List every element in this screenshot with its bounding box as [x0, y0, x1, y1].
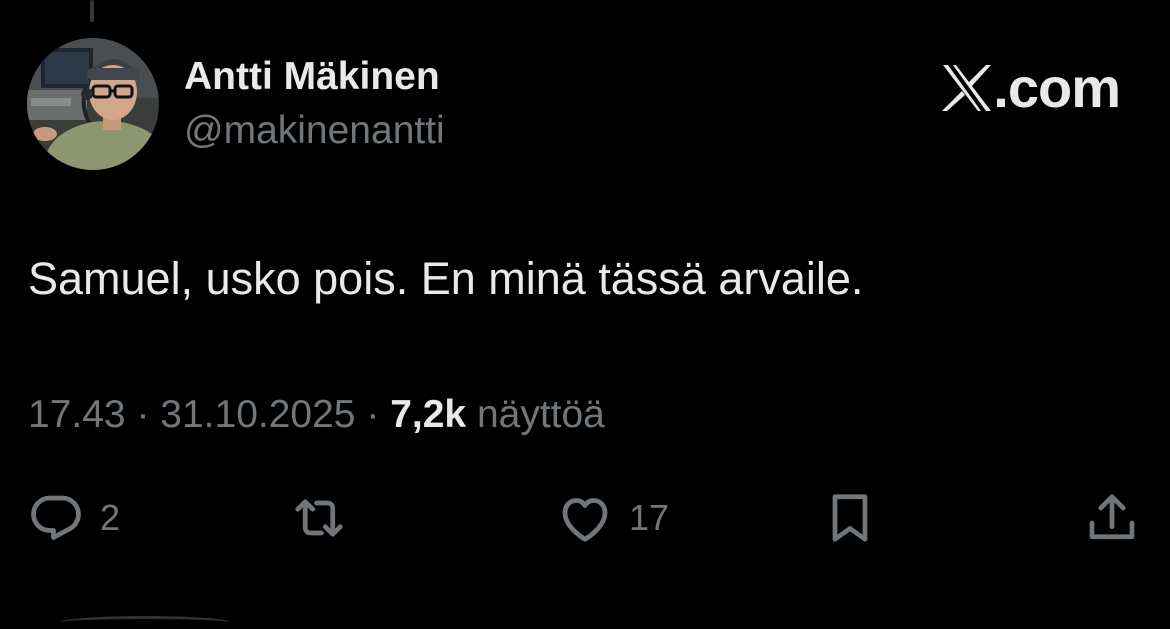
tweet-date[interactable]: 31.10.2025 — [160, 393, 355, 436]
reply-icon — [31, 495, 81, 540]
repost-icon — [295, 499, 343, 537]
avatar[interactable] — [27, 38, 159, 170]
author-handle[interactable]: @makinenantti — [184, 108, 445, 154]
bookmark-icon — [832, 494, 868, 542]
views-label[interactable]: näyttöä — [477, 393, 605, 436]
reply-button[interactable]: 2 — [26, 488, 120, 548]
share-icon — [1089, 494, 1135, 540]
heart-icon — [562, 498, 608, 542]
meta-separator: · — [136, 393, 150, 436]
like-button[interactable]: 17 — [555, 488, 669, 548]
brand-domain-text: .com — [993, 56, 1121, 119]
bookmark-button[interactable] — [820, 488, 880, 548]
views-count[interactable]: 7,2k — [390, 393, 466, 436]
like-count: 17 — [629, 497, 670, 538]
reply-count: 2 — [100, 497, 121, 538]
x-logo-icon — [942, 65, 992, 111]
tweet-time[interactable]: 17.43 — [28, 393, 126, 436]
tweet-meta: 17.43 · 31.10.2025 · 7,2k näyttöä — [28, 392, 605, 438]
share-button[interactable] — [1082, 488, 1142, 548]
avatar-photo — [27, 38, 159, 170]
x-com-brand: .com — [941, 56, 1121, 119]
author-display-name[interactable]: Antti Mäkinen — [184, 54, 440, 100]
meta-separator: · — [366, 393, 380, 436]
tweet-text: Samuel, usko pois. En minä tässä arvaile… — [28, 253, 864, 304]
repost-button[interactable] — [286, 488, 352, 548]
thread-connector-line — [90, 0, 94, 22]
